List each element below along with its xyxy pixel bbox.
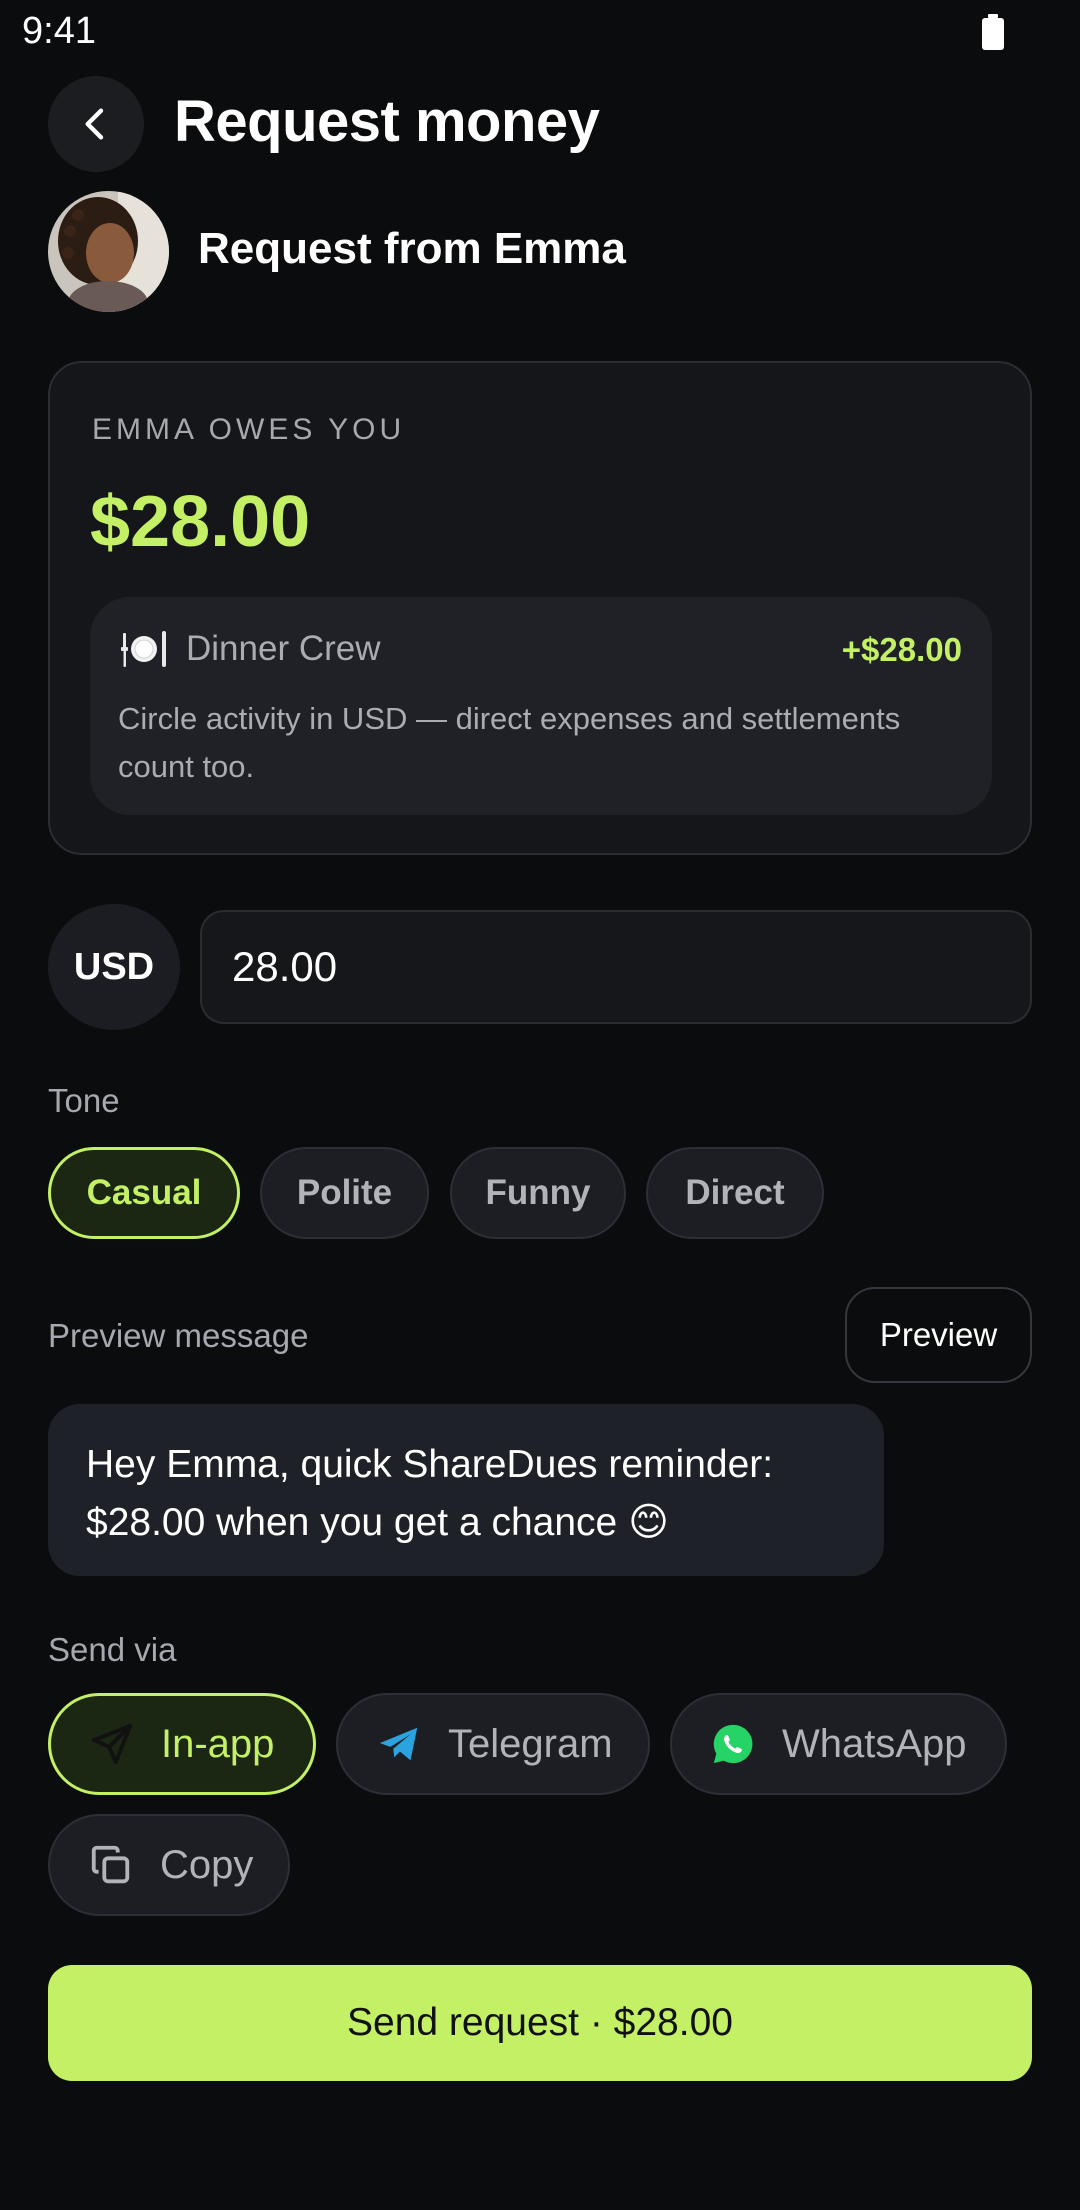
send-via-copy[interactable]: Copy bbox=[48, 1814, 290, 1916]
send-via-label-whatsapp: WhatsApp bbox=[782, 1721, 967, 1766]
copy-icon bbox=[88, 1842, 134, 1888]
send-via-label-copy: Copy bbox=[160, 1842, 254, 1887]
send-via-whatsapp[interactable]: WhatsApp bbox=[670, 1693, 1007, 1795]
plate-cutlery-icon bbox=[120, 627, 170, 671]
balance-label: EMMA OWES YOU bbox=[92, 413, 406, 446]
message-preview: Hey Emma, quick ShareDues reminder: $28.… bbox=[48, 1404, 884, 1576]
circle-summary: Dinner Crew +$28.00 Circle activity in U… bbox=[90, 597, 992, 815]
whatsapp-icon bbox=[710, 1721, 756, 1767]
send-request-button[interactable]: Send request · $28.00 bbox=[48, 1965, 1032, 2081]
send-via-in-app[interactable]: In-app bbox=[48, 1693, 316, 1795]
tone-chip-funny[interactable]: Funny bbox=[450, 1147, 626, 1239]
tone-chip-polite[interactable]: Polite bbox=[260, 1147, 429, 1239]
amount-input[interactable] bbox=[200, 910, 1032, 1024]
circle-description: Circle activity in USD — direct expenses… bbox=[118, 701, 901, 784]
tone-label: Tone bbox=[48, 1082, 120, 1119]
status-bar: 9:41 bbox=[0, 0, 1080, 66]
currency-selector[interactable]: USD bbox=[48, 904, 180, 1030]
chevron-left-icon bbox=[85, 108, 104, 140]
preview-message-label: Preview message bbox=[48, 1317, 309, 1354]
preview-button[interactable]: Preview bbox=[845, 1287, 1032, 1383]
tone-chip-casual[interactable]: Casual bbox=[48, 1147, 240, 1239]
send-via-label-in-app: In-app bbox=[161, 1721, 275, 1766]
circle-amount: +$28.00 bbox=[841, 631, 962, 668]
send-via-label: Send via bbox=[48, 1631, 177, 1668]
balance-amount: $28.00 bbox=[90, 482, 311, 562]
page-title: Request money bbox=[174, 89, 600, 154]
circle-name: Dinner Crew bbox=[186, 629, 381, 668]
send-via-telegram[interactable]: Telegram bbox=[336, 1693, 650, 1795]
send-icon bbox=[89, 1721, 135, 1767]
send-via-label-telegram: Telegram bbox=[448, 1721, 613, 1766]
avatar bbox=[48, 191, 169, 312]
battery-icon bbox=[982, 14, 1004, 50]
balance-card: EMMA OWES YOU $28.00 Dinner Crew +$28.00… bbox=[48, 361, 1032, 855]
back-button[interactable] bbox=[48, 76, 144, 172]
request-from-label: Request from Emma bbox=[198, 224, 626, 273]
status-time: 9:41 bbox=[22, 10, 96, 52]
telegram-icon bbox=[376, 1721, 422, 1767]
tone-chip-direct[interactable]: Direct bbox=[646, 1147, 824, 1239]
